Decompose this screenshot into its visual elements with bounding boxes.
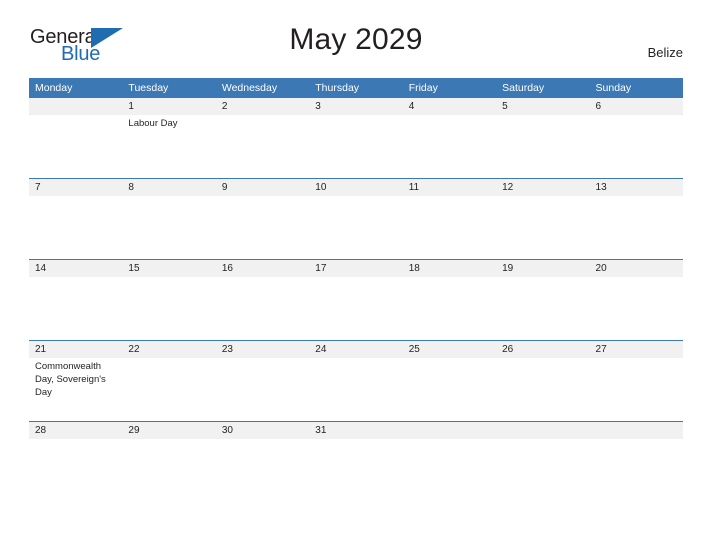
event-cell-empty (403, 439, 496, 448)
date-cell-empty (29, 98, 122, 115)
day-of-week-header-monday: Monday (35, 82, 73, 94)
event-cell-empty (29, 277, 122, 340)
date-cell[interactable]: 18 (403, 260, 496, 277)
event-cell-empty (403, 358, 496, 421)
calendar-page: General Blue May 2029 Belize Monday Tuesd… (0, 0, 712, 550)
event-cell-empty (403, 277, 496, 340)
page-title: May 2029 (289, 23, 423, 56)
week-event-band (29, 196, 683, 259)
calendar-week-row: 21 22 23 24 25 26 27 Commonwealth Day, Sovereig… (29, 340, 683, 421)
week-event-band: Commonwealth Day, Sovereign's Day (29, 358, 683, 421)
event-cell-empty (122, 439, 215, 448)
event-cell-empty (29, 196, 122, 259)
week-date-band: 28 29 30 31 (29, 422, 683, 439)
date-cell[interactable]: 19 (496, 260, 589, 277)
event-cell-empty (590, 277, 683, 340)
calendar-week-row: 28 29 30 31 (29, 421, 683, 448)
event-cell-empty (496, 439, 589, 448)
event-cell-empty (29, 115, 122, 178)
date-cell-empty (496, 422, 589, 439)
day-of-week-header-friday: Friday (408, 82, 438, 94)
event-cell-empty (403, 196, 496, 259)
date-cell[interactable]: 2 (216, 98, 309, 115)
event-cell-empty (216, 358, 309, 421)
date-cell[interactable]: 1 (122, 98, 215, 115)
month-grid: Monday Tuesday Wednesday Thursday Friday Satu… (29, 78, 683, 448)
date-cell[interactable]: 13 (590, 179, 683, 196)
event-cell-empty (496, 277, 589, 340)
date-cell-empty (403, 422, 496, 439)
date-cell[interactable]: 17 (309, 260, 402, 277)
week-event-band (29, 277, 683, 340)
date-cell[interactable]: 7 (29, 179, 122, 196)
date-cell[interactable]: 20 (590, 260, 683, 277)
event-cell-empty (309, 196, 402, 259)
event-cell-empty (216, 196, 309, 259)
event-cell-empty (590, 358, 683, 421)
date-cell[interactable]: 12 (496, 179, 589, 196)
date-cell[interactable]: 16 (216, 260, 309, 277)
day-of-week-header-row: Monday Tuesday Wednesday Thursday Friday Satu… (29, 78, 683, 98)
event-cell-empty (590, 115, 683, 178)
event-cell-empty (496, 115, 589, 178)
week-date-band: 7 8 9 10 11 12 13 (29, 179, 683, 196)
event-cell-empty (122, 196, 215, 259)
event-cell-empty (29, 439, 122, 448)
date-cell[interactable]: 9 (216, 179, 309, 196)
date-cell[interactable]: 14 (29, 260, 122, 277)
date-cell[interactable]: 8 (122, 179, 215, 196)
date-cell-empty (590, 422, 683, 439)
date-cell[interactable]: 30 (216, 422, 309, 439)
day-of-week-header-sunday: Sunday (595, 82, 632, 94)
date-cell[interactable]: 22 (122, 341, 215, 358)
event-cell[interactable]: Commonwealth Day, Sovereign's Day (29, 358, 122, 421)
date-cell[interactable]: 28 (29, 422, 122, 439)
day-of-week-header-tuesday: Tuesday (128, 82, 169, 94)
event-cell[interactable]: Labour Day (122, 115, 215, 178)
event-cell-empty (590, 439, 683, 448)
date-cell[interactable]: 24 (309, 341, 402, 358)
country-label: Belize (647, 45, 683, 60)
date-cell[interactable]: 3 (309, 98, 402, 115)
week-date-band: 123456 (29, 98, 683, 115)
event-cell-empty (309, 358, 402, 421)
date-cell[interactable]: 23 (216, 341, 309, 358)
calendar-week-row: 7 8 9 10 11 12 13 (29, 178, 683, 259)
event-cell-empty (122, 277, 215, 340)
week-event-band: Labour Day (29, 115, 683, 178)
event-cell-empty (590, 196, 683, 259)
event-cell-empty (216, 439, 309, 448)
date-cell[interactable]: 27 (590, 341, 683, 358)
date-cell[interactable]: 5 (496, 98, 589, 115)
week-date-band: 21 22 23 24 25 26 27 (29, 341, 683, 358)
date-cell[interactable]: 15 (122, 260, 215, 277)
event-cell-empty (403, 115, 496, 178)
event-cell-empty (309, 115, 402, 178)
calendar-week-row: 1 2 3 4 5 6 Labour Day (29, 98, 683, 178)
date-cell[interactable]: 25 (403, 341, 496, 358)
event-cell-empty (496, 358, 589, 421)
date-cell[interactable]: 10 (309, 179, 402, 196)
week-date-band: 14 15 16 17 18 19 20 (29, 260, 683, 277)
day-of-week-header-thursday: Thursday (315, 82, 360, 94)
event-cell-empty (496, 196, 589, 259)
date-cell[interactable]: 11 (403, 179, 496, 196)
date-cell[interactable]: 26 (496, 341, 589, 358)
date-cell[interactable]: 21 (29, 341, 122, 358)
page-header: General Blue May 2029 Belize (0, 0, 712, 65)
event-cell-empty (309, 277, 402, 340)
date-cell[interactable]: 4 (403, 98, 496, 115)
week-event-band (29, 439, 683, 448)
day-of-week-header-wednesday: Wednesday (221, 82, 278, 94)
event-cell-empty (216, 115, 309, 178)
weeks-container: 1 2 3 4 5 6 Labour Day 7 8 9 10 11 12 13 14 15 16 17 18 19 2… (29, 98, 683, 448)
event-cell-empty (216, 277, 309, 340)
date-cell[interactable]: 6 (590, 98, 683, 115)
calendar-week-row: 14 15 16 17 18 19 20 (29, 259, 683, 340)
day-of-week-header-saturday: Saturday (502, 82, 545, 94)
event-cell-empty (309, 439, 402, 448)
event-cell-empty (122, 358, 215, 421)
date-cell[interactable]: 29 (122, 422, 215, 439)
date-cell[interactable]: 31 (309, 422, 402, 439)
